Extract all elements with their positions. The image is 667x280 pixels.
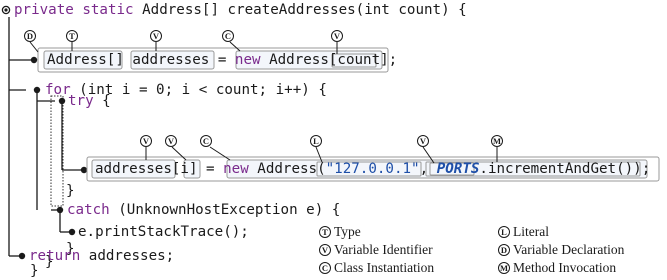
print-stack-trace-line: e.printStackTrace(); bbox=[78, 224, 249, 240]
badge-l: L bbox=[310, 135, 322, 147]
catch-clause-text: (UnknownHostException e) { bbox=[109, 202, 341, 218]
legend-label-literal: Literal bbox=[513, 224, 549, 239]
for-node-dot bbox=[33, 86, 41, 94]
try-brace: { bbox=[93, 93, 111, 109]
catch-keyword: catch bbox=[67, 202, 110, 218]
print-node-dot bbox=[68, 228, 76, 236]
svg-text:M: M bbox=[500, 263, 508, 273]
legend-badge-v: V bbox=[319, 244, 331, 256]
comma-token: , bbox=[419, 161, 437, 177]
for-keyword: for bbox=[45, 82, 71, 98]
new-keyword: new bbox=[234, 52, 261, 68]
badge-d-decl: D bbox=[24, 30, 36, 42]
catch-node-dot bbox=[56, 206, 64, 214]
legend-badge-c: C bbox=[319, 262, 331, 274]
equals-token: = bbox=[209, 52, 235, 68]
svg-text:D: D bbox=[27, 31, 33, 41]
svg-text:C: C bbox=[203, 136, 209, 146]
badge-v-addresses: V bbox=[150, 30, 162, 42]
svg-text:V: V bbox=[153, 31, 160, 41]
addresses-assign-token: addresses bbox=[95, 161, 172, 177]
modifiers-keyword: private static bbox=[14, 2, 143, 18]
catch-line: catch (UnknownHostException e) { bbox=[67, 201, 340, 219]
legend-label-type: Type bbox=[334, 224, 361, 239]
root-node-inner-dot bbox=[4, 8, 8, 12]
svg-text:C: C bbox=[225, 31, 231, 41]
increment-call-token: .incrementAndGet()); bbox=[479, 161, 651, 177]
decl-end-token: ]; bbox=[380, 52, 398, 68]
try-keyword: try bbox=[68, 93, 94, 109]
svg-text:V: V bbox=[168, 136, 175, 146]
legend-badge-m: M bbox=[498, 262, 510, 274]
svg-text:C: C bbox=[322, 263, 328, 273]
svg-text:L: L bbox=[313, 136, 319, 146]
badge-v-i: V bbox=[165, 135, 177, 147]
assign-equals-token: ] = bbox=[188, 161, 224, 177]
count-token: count bbox=[337, 52, 381, 68]
i-token: i bbox=[180, 161, 189, 177]
assign-node-dot bbox=[80, 166, 88, 174]
return-line: return addresses; bbox=[29, 247, 174, 265]
type-token: Address[] bbox=[47, 52, 124, 68]
badge-v-addresses-assign: V bbox=[140, 135, 152, 147]
legend-label-method-invocation: Method Invocation bbox=[513, 260, 617, 275]
array-type-token: Address[ bbox=[260, 52, 338, 68]
svg-text:D: D bbox=[501, 245, 507, 255]
badge-t: T bbox=[66, 30, 78, 42]
svg-text:V: V bbox=[322, 245, 329, 255]
legend-badge-t: T bbox=[319, 226, 331, 238]
badge-c-assign: C bbox=[200, 135, 212, 147]
try-line: try { bbox=[68, 92, 111, 110]
return-node-dot bbox=[18, 252, 26, 260]
legend-badge-d: D bbox=[498, 244, 510, 256]
badge-v-count: V bbox=[331, 30, 343, 42]
addresses-token: addresses bbox=[132, 52, 210, 68]
svg-text:T: T bbox=[69, 31, 75, 41]
decl-node-dot bbox=[30, 56, 38, 64]
assignment-line: addresses[i] = new Address("127.0.0.1", … bbox=[95, 160, 650, 178]
try-close-brace: } bbox=[66, 183, 75, 199]
try-block-dotted-bracket bbox=[50, 95, 64, 207]
legend-badge-l: L bbox=[498, 226, 510, 238]
method-signature-line: private static Address[] createAddresses… bbox=[14, 1, 467, 19]
svg-text:V: V bbox=[334, 31, 341, 41]
svg-text:T: T bbox=[322, 227, 328, 237]
svg-text:V: V bbox=[420, 136, 427, 146]
address-ctor-token: Address( bbox=[248, 161, 326, 177]
svg-text:L: L bbox=[501, 227, 507, 237]
svg-text:V: V bbox=[143, 136, 150, 146]
leader-d-decl bbox=[29, 41, 39, 53]
legend-label-variable-declaration: Variable Declaration bbox=[513, 242, 625, 257]
legend-label-variable-identifier: Variable Identifier bbox=[334, 242, 433, 257]
method-signature-text: Address[] createAddresses(int count) { bbox=[142, 2, 467, 18]
return-value-text: addresses; bbox=[80, 248, 175, 264]
badge-m: M bbox=[491, 135, 503, 147]
declaration-line: Address[] addresses = new Address[count]… bbox=[47, 51, 397, 69]
legend-label-class-instantiation: Class Instantiation bbox=[334, 260, 435, 275]
badge-v-ports: V bbox=[417, 135, 429, 147]
svg-text:M: M bbox=[493, 136, 501, 146]
ip-literal: "127.0.0.1" bbox=[325, 161, 420, 177]
badge-c-decl: C bbox=[222, 30, 234, 42]
new-keyword-assign: new bbox=[223, 161, 249, 177]
ports-constant: PORTS bbox=[436, 161, 480, 177]
method-close-brace: } bbox=[30, 263, 39, 279]
